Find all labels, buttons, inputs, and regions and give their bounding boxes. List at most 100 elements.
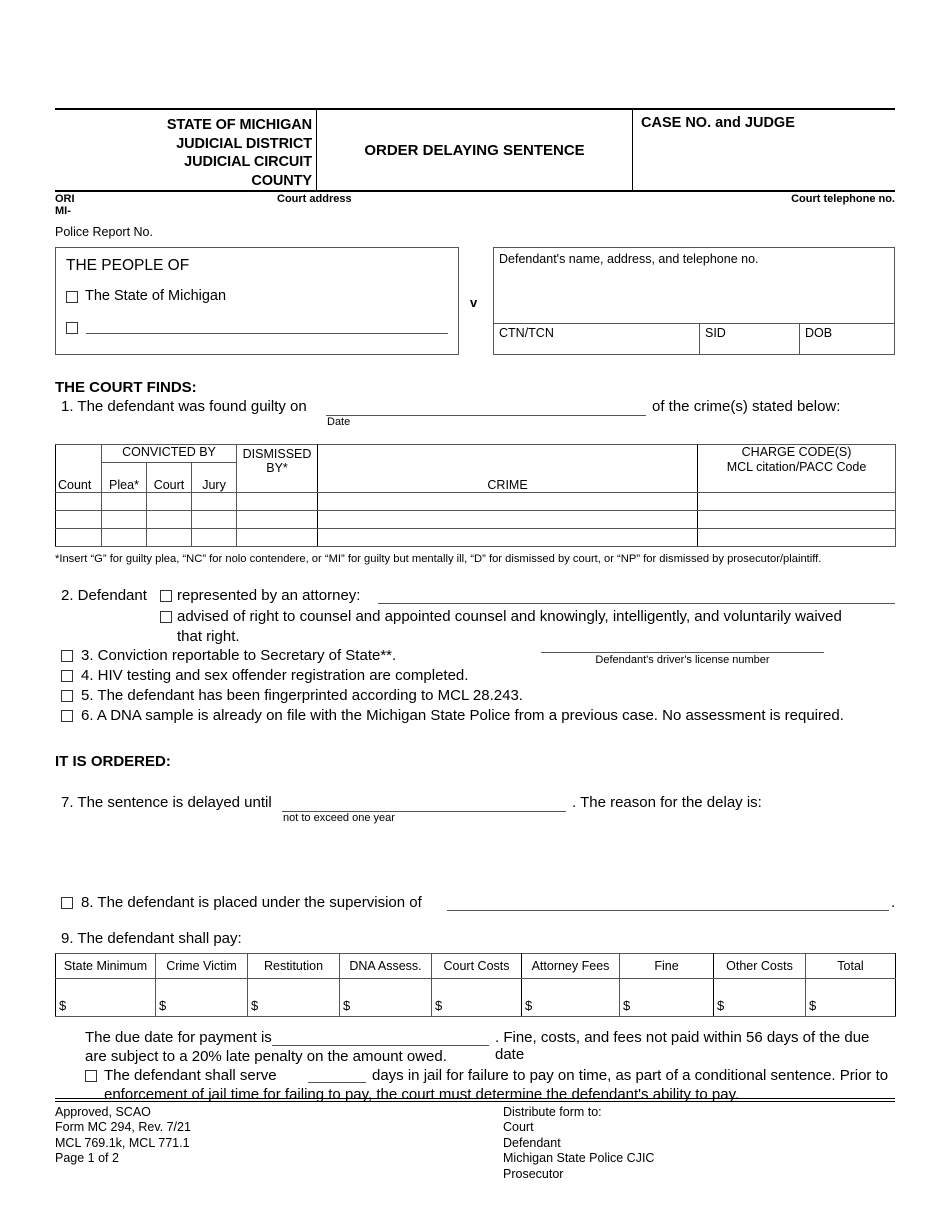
dob-field[interactable]: DOB <box>800 324 894 355</box>
finding-item-4[interactable]: 4. HIV testing and sex offender registra… <box>55 652 895 687</box>
attorney-name-input[interactable] <box>378 603 895 604</box>
checkbox-other-plaintiff[interactable] <box>66 322 78 334</box>
finding-item-6[interactable]: 6. A DNA sample is already on file with … <box>55 707 895 727</box>
table-row[interactable] <box>55 492 897 511</box>
footer-right-column: Distribute form to: Court Defendant Mich… <box>503 1105 654 1183</box>
value-fine[interactable]: $ <box>619 978 714 1017</box>
cell-dismissed-by[interactable] <box>236 528 319 547</box>
finding-2-label: 2. Defendant <box>61 587 147 604</box>
footer-form-number: Form MC 294, Rev. 7/21 <box>55 1120 191 1134</box>
cell-count[interactable] <box>55 510 102 529</box>
cell-plea[interactable] <box>101 528 147 547</box>
due-date-input[interactable] <box>272 1045 489 1046</box>
value-crime-victim[interactable]: $ <box>155 978 248 1017</box>
header-convicted-by: CONVICTED BY <box>100 444 238 463</box>
value-court-costs[interactable]: $ <box>431 978 522 1017</box>
cell-crime[interactable] <box>317 510 699 529</box>
header-dna-assess: DNA Assess. <box>339 953 432 979</box>
cell-jury[interactable] <box>190 492 238 511</box>
value-total[interactable]: $ <box>805 978 896 1017</box>
due-date-paragraph: The due date for payment is . Fine, cost… <box>55 1029 895 1103</box>
other-plaintiff-input[interactable] <box>86 319 448 334</box>
cell-jury[interactable] <box>190 528 238 547</box>
finding-item-1: 1. The defendant was found guilty on Dat… <box>55 398 895 434</box>
checkbox-supervision[interactable] <box>61 897 73 909</box>
cell-charge-code[interactable] <box>697 528 897 547</box>
form-title-cell: ORDER DELAYING SENTENCE <box>317 110 633 190</box>
sid-label: SID <box>705 326 726 340</box>
state-of-michigan-option-label: The State of Michigan <box>85 288 227 304</box>
judicial-district-label: JUDICIAL DISTRICT <box>176 135 312 152</box>
cell-jury[interactable] <box>190 510 238 529</box>
ordered-7-prefix: 7. The sentence is delayed until <box>61 794 272 811</box>
checkbox-state-of-michigan[interactable] <box>66 291 78 303</box>
defendant-name-field[interactable]: Defendant's name, address, and telephone… <box>494 248 894 324</box>
checkbox-conviction-reportable[interactable] <box>61 650 73 662</box>
crime-table-footnote: *Insert “G” for guilty plea, “NC” for no… <box>55 553 822 565</box>
drivers-license-group[interactable]: Defendant's driver's license number <box>541 651 824 666</box>
checkbox-represented-by-attorney[interactable] <box>160 590 172 602</box>
cell-dismissed-by[interactable] <box>236 510 319 529</box>
finding-item-5[interactable]: 5. The defendant has been fingerprinted … <box>55 687 895 707</box>
checkbox-hiv-testing[interactable] <box>61 670 73 682</box>
ordered-item-7: 7. The sentence is delayed until not to … <box>55 794 895 828</box>
ordered-7-suffix: . The reason for the delay is: <box>572 794 762 811</box>
cell-court[interactable] <box>146 492 192 511</box>
table-row[interactable] <box>55 510 897 529</box>
ordered-item-9-label: 9. The defendant shall pay: <box>61 930 242 947</box>
case-no-judge-cell[interactable]: CASE NO. and JUDGE <box>633 110 895 190</box>
police-report-label: Police Report No. <box>55 225 153 239</box>
the-court-finds-heading: THE COURT FINDS: <box>55 379 197 396</box>
plaintiff-other-option[interactable] <box>66 319 448 334</box>
header-jury: Jury <box>190 462 238 493</box>
cell-charge-code[interactable] <box>697 492 897 511</box>
checkbox-jail-days[interactable] <box>85 1070 97 1082</box>
state-of-michigan-label: STATE OF MICHIGAN <box>166 117 312 133</box>
header-crime: CRIME <box>317 444 699 493</box>
supervision-input[interactable] <box>447 910 889 911</box>
cell-charge-code[interactable] <box>697 510 897 529</box>
judicial-circuit-label: JUDICIAL CIRCUIT <box>184 154 312 170</box>
guilty-date-input[interactable] <box>326 415 646 416</box>
header-restitution: Restitution <box>247 953 340 979</box>
cell-count[interactable] <box>55 492 102 511</box>
ordered-item-8: 8. The defendant is placed under the sup… <box>55 894 895 916</box>
ctn-tcn-field[interactable]: CTN/TCN <box>494 324 700 355</box>
cell-court[interactable] <box>146 510 192 529</box>
header-court: Court <box>146 462 192 493</box>
footer-page-number: Page 1 of 2 <box>55 1151 119 1165</box>
cell-crime[interactable] <box>317 528 699 547</box>
checkbox-waived-counsel[interactable] <box>160 611 172 623</box>
cell-crime[interactable] <box>317 492 699 511</box>
jail-days-input[interactable] <box>308 1082 366 1083</box>
value-restitution[interactable]: $ <box>247 978 340 1017</box>
table-row[interactable] <box>55 528 897 547</box>
cell-plea[interactable] <box>101 492 147 511</box>
value-state-minimum[interactable]: $ <box>55 978 156 1017</box>
checkbox-dna-on-file[interactable] <box>61 710 73 722</box>
cell-dismissed-by[interactable] <box>236 492 319 511</box>
cell-court[interactable] <box>146 528 192 547</box>
sid-field[interactable]: SID <box>700 324 800 355</box>
header-court-costs: Court Costs <box>431 953 522 979</box>
checkbox-fingerprinted[interactable] <box>61 690 73 702</box>
footer-divider-top <box>55 1098 895 1099</box>
plaintiff-state-option[interactable]: The State of Michigan <box>66 288 448 304</box>
it-is-ordered-heading: IT IS ORDERED: <box>55 753 171 770</box>
payment-table: State Minimum Crime Victim Restitution D… <box>55 953 896 1017</box>
dob-label: DOB <box>805 326 833 340</box>
footer-columns: Approved, SCAO Form MC 294, Rev. 7/21 MC… <box>55 1105 895 1183</box>
cell-count[interactable] <box>55 528 102 547</box>
value-dna-assess[interactable]: $ <box>339 978 432 1017</box>
ordered-8-period: . <box>891 894 896 911</box>
header-count: Count <box>55 444 102 493</box>
finding-3-label: 3. Conviction reportable to Secretary of… <box>81 647 397 664</box>
jail-days-suffix: days in jail for failure to pay on time,… <box>372 1067 889 1084</box>
value-other-costs[interactable]: $ <box>713 978 806 1017</box>
ordered-8-label: 8. The defendant is placed under the sup… <box>81 894 422 911</box>
footer-mcl-citations: MCL 769.1k, MCL 771.1 <box>55 1135 190 1150</box>
value-attorney-fees[interactable]: $ <box>521 978 620 1017</box>
defendant-name-label: Defendant's name, address, and telephone… <box>499 252 759 266</box>
cell-plea[interactable] <box>101 510 147 529</box>
payment-table-value-row[interactable]: $ $ $ $ $ $ $ $ $ <box>55 978 896 1017</box>
